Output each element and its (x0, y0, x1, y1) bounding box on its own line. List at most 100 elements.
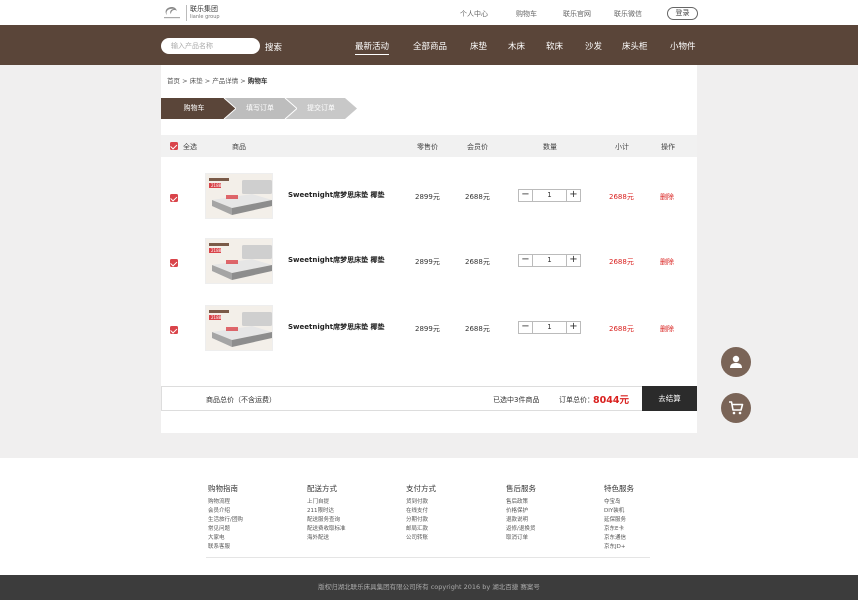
quantity-stepper: − 1 + (518, 189, 581, 202)
float-cart-button[interactable] (721, 393, 751, 423)
image-price-tag: 2188 (211, 315, 222, 320)
footer-link[interactable]: 取消订单 (506, 534, 536, 543)
footer-link[interactable]: 公司转账 (406, 534, 436, 543)
footer-link[interactable]: 售后政策 (506, 498, 536, 507)
footer-link[interactable]: 价格保护 (506, 507, 536, 516)
search-button[interactable]: 搜索 (265, 41, 282, 53)
bed-image-icon: 2188 (206, 174, 272, 218)
footer-link[interactable]: 购物流程 (208, 498, 243, 507)
quantity-increase-button[interactable]: + (566, 322, 580, 333)
footer-column: 售后服务售后政策 价格保护 退款说明 返修/退换货 取消订单 (506, 483, 536, 543)
header-member-price: 会员价 (467, 143, 488, 151)
checkout-button[interactable]: 去结算 (642, 386, 697, 411)
footer-link[interactable]: 延保服务 (604, 516, 634, 525)
footer: 购物指南 购物流程 会员介绍 生活旅行/团购 常见问题 大家电 联系客服 配送方式上门自提 21… (0, 458, 858, 575)
nav-item-mattress[interactable]: 床垫 (470, 40, 487, 52)
cart-table-header: 全选 商品 零售价 会员价 数量 小计 操作 (161, 135, 697, 157)
header-subtotal: 小计 (615, 143, 629, 151)
breadcrumb-mattress[interactable]: 床垫 (190, 77, 203, 85)
top-link-official-site[interactable]: 联乐官网 (563, 9, 591, 19)
bed-image-icon: 2188 (206, 239, 272, 283)
footer-link[interactable]: 上门自提 (307, 498, 346, 507)
footer-column: 购物指南 购物流程 会员介绍 生活旅行/团购 常见问题 大家电 联系客服 (208, 483, 243, 552)
select-all-label[interactable]: 全选 (183, 142, 197, 152)
member-price: 2688元 (465, 325, 490, 333)
nav-item-nightstand[interactable]: 床头柜 (622, 40, 648, 52)
product-image[interactable]: 2188 (205, 305, 273, 351)
top-link-personal-center[interactable]: 个人中心 (460, 9, 488, 19)
quantity-decrease-button[interactable]: − (519, 255, 533, 266)
select-all-checkbox[interactable] (170, 142, 178, 150)
quantity-decrease-button[interactable]: − (519, 190, 533, 201)
quantity-increase-button[interactable]: + (566, 190, 580, 201)
footer-link[interactable]: 常见问题 (208, 525, 243, 534)
footer-link[interactable]: 配送费收取标准 (307, 525, 346, 534)
quantity-value[interactable]: 1 (533, 322, 566, 333)
quantity-decrease-button[interactable]: − (519, 322, 533, 333)
footer-link[interactable]: 在线支付 (406, 507, 436, 516)
product-image[interactable]: 2188 (205, 238, 273, 284)
footer-link[interactable]: 211限时达 (307, 507, 346, 516)
breadcrumb-product-detail[interactable]: 产品详情 (212, 77, 238, 85)
brand-logo[interactable]: 联乐集团 lianle group (161, 4, 220, 21)
row-checkbox[interactable] (170, 194, 178, 202)
footer-link[interactable]: 夺宝岛 (604, 498, 634, 507)
delete-link[interactable]: 删除 (660, 192, 674, 202)
footer-link[interactable]: 配送服务查询 (307, 516, 346, 525)
row-checkbox[interactable] (170, 326, 178, 334)
footer-link[interactable]: 京东JD+ (604, 543, 634, 552)
header-product: 商品 (232, 143, 246, 151)
cart-row: 2188 Sweetnight席梦思床垫 椰垫 2899元 2688元 − 1 … (161, 163, 697, 223)
footer-link[interactable]: 京东通信 (604, 534, 634, 543)
footer-column-title: 特色服务 (604, 484, 634, 493)
nav-item-wood-bed[interactable]: 木床 (508, 40, 525, 52)
retail-price: 2899元 (415, 193, 440, 201)
image-price-tag: 2188 (211, 248, 222, 253)
quantity-value[interactable]: 1 (533, 255, 566, 266)
delete-link[interactable]: 删除 (660, 324, 674, 334)
footer-column: 特色服务夺宝岛 DIY装机 延保服务 京东E卡 京东通信 京东JD+ (604, 483, 634, 552)
nav-item-sofa[interactable]: 沙发 (585, 40, 602, 52)
product-name[interactable]: Sweetnight席梦思床垫 椰垫 (288, 255, 385, 265)
quantity-increase-button[interactable]: + (566, 255, 580, 266)
footer-link[interactable]: 退款说明 (506, 516, 536, 525)
float-user-button[interactable] (721, 347, 751, 377)
footer-column-title: 支付方式 (406, 484, 436, 493)
top-link-cart[interactable]: 购物车 (516, 9, 537, 19)
breadcrumb-home[interactable]: 首页 (167, 77, 180, 85)
brand-name-en: lianle group (190, 13, 220, 20)
footer-link[interactable]: 会员介绍 (208, 507, 243, 516)
footer-column-title: 配送方式 (307, 484, 337, 493)
footer-link[interactable]: 返修/退换货 (506, 525, 536, 534)
footer-link[interactable]: DIY装机 (604, 507, 634, 516)
nav-item-all-products[interactable]: 全部商品 (413, 40, 447, 52)
header-quantity: 数量 (543, 143, 557, 151)
footer-link[interactable]: 联系客服 (208, 543, 243, 552)
product-name[interactable]: Sweetnight席梦思床垫 椰垫 (288, 322, 385, 332)
quantity-value[interactable]: 1 (533, 190, 566, 201)
footer-link[interactable]: 京东E卡 (604, 525, 634, 534)
top-link-wechat[interactable]: 联乐微信 (614, 9, 642, 19)
row-checkbox[interactable] (170, 259, 178, 267)
nav-item-latest-activity[interactable]: 最新活动 (355, 40, 390, 55)
search-input[interactable] (161, 38, 260, 54)
footer-divider (206, 557, 650, 558)
delete-link[interactable]: 删除 (660, 257, 674, 267)
footer-link[interactable]: 邮局汇款 (406, 525, 436, 534)
quantity-stepper: − 1 + (518, 254, 581, 267)
nav-item-accessories[interactable]: 小物件 (670, 40, 696, 52)
footer-link[interactable]: 货到付款 (406, 498, 436, 507)
product-name[interactable]: Sweetnight席梦思床垫 椰垫 (288, 190, 385, 200)
footer-link[interactable]: 大家电 (208, 534, 243, 543)
step-cart: 购物车 (161, 98, 236, 119)
member-price: 2688元 (465, 193, 490, 201)
footer-link[interactable]: 海外配送 (307, 534, 346, 543)
footer-link[interactable]: 生活旅行/团购 (208, 516, 243, 525)
cart-summary-bar: 商品总价（不含运费） 已选中3件商品 订单总价： 8044元 去结算 (161, 386, 697, 411)
cart-icon (729, 401, 744, 415)
product-image[interactable]: 2188 (205, 173, 273, 219)
footer-link[interactable]: 分期付款 (406, 516, 436, 525)
login-button[interactable]: 登录 (667, 7, 698, 20)
nav-item-soft-bed[interactable]: 软床 (546, 40, 563, 52)
footer-column-title: 售后服务 (506, 484, 536, 493)
